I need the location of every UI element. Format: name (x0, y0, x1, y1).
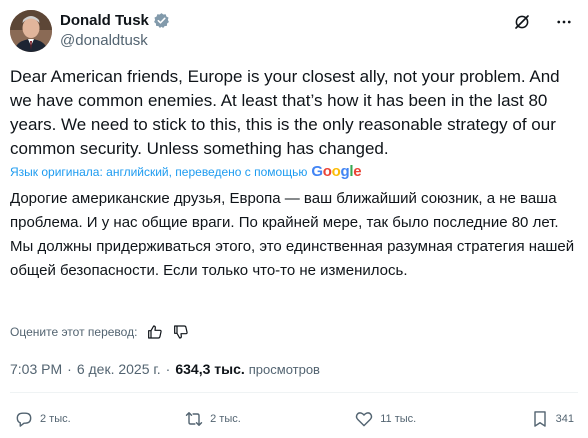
author-handle[interactable]: @donaldtusk (60, 32, 148, 49)
meta-separator: · (165, 361, 171, 377)
rate-translation-label: Оцените этот перевод: (10, 325, 138, 339)
views-label: просмотров (248, 361, 320, 377)
thumbs-up-icon[interactable] (147, 324, 163, 340)
divider (10, 392, 578, 393)
reply-button[interactable]: 2 тыс. (14, 409, 71, 429)
translation-note: Язык оригинала: английский, переведено с… (10, 163, 362, 180)
thumbs-down-icon[interactable] (173, 324, 189, 340)
translated-text: Дорогие американские друзья, Европа — ва… (10, 190, 575, 279)
bookmark-button[interactable]: 341 (530, 409, 574, 429)
avatar[interactable] (10, 10, 52, 52)
google-logo: Google (311, 163, 362, 180)
like-icon (356, 412, 373, 427)
author-name[interactable]: Donald Tusk (60, 12, 149, 29)
reply-count: 2 тыс. (40, 413, 71, 425)
like-button[interactable]: 11 тыс. (354, 409, 416, 429)
reply-icon (16, 412, 32, 427)
repost-icon (185, 412, 203, 426)
meta-separator: · (67, 361, 72, 377)
views-count: 634,3 тыс. (175, 361, 245, 377)
post-date[interactable]: 6 дек. 2025 г. (77, 361, 161, 377)
bookmark-icon (533, 411, 546, 427)
verified-badge-icon (153, 12, 170, 29)
like-count: 11 тыс. (380, 413, 417, 425)
repost-count: 2 тыс. (210, 413, 241, 425)
repost-button[interactable]: 2 тыс. (184, 409, 241, 429)
post-text: Dear American friends, Europe is your cl… (10, 67, 560, 158)
bookmark-count: 341 (555, 413, 574, 425)
translation-note-text[interactable]: Язык оригинала: английский, переведено с… (10, 165, 307, 179)
more-icon[interactable] (554, 12, 574, 32)
grok-icon[interactable] (512, 12, 532, 32)
post-time[interactable]: 7:03 PM (10, 361, 62, 377)
